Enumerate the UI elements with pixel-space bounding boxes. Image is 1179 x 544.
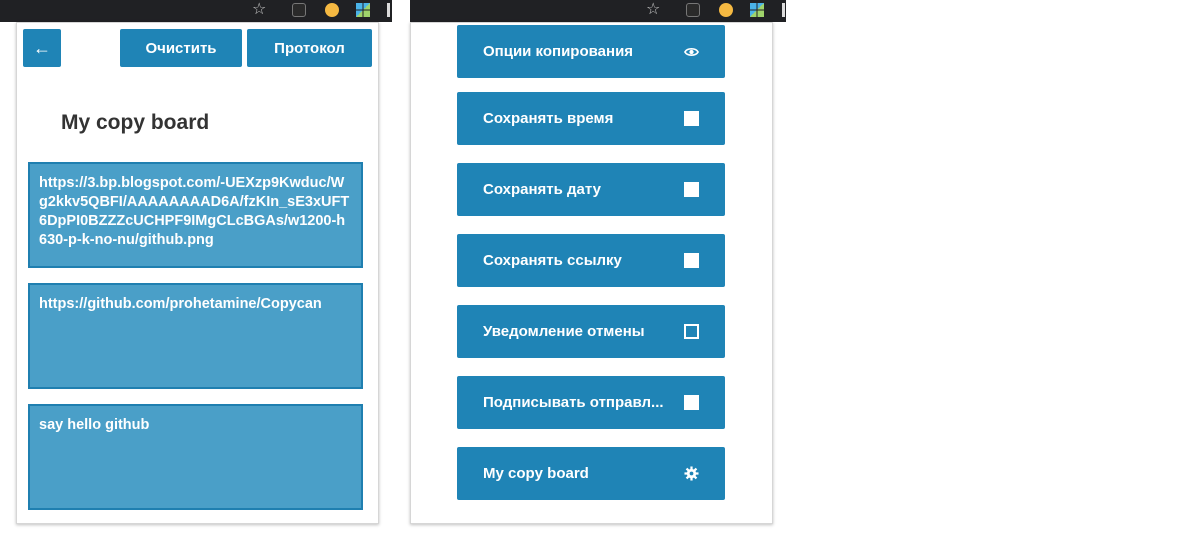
save-date-toggle[interactable]: Сохранять дату <box>457 163 725 216</box>
arrow-left-icon: ← <box>33 37 51 58</box>
bookmark-star-icon[interactable]: ☆ <box>252 0 266 20</box>
clip-item[interactable]: https://github.com/prohetamine/Copycan <box>28 283 363 389</box>
copycan-extension-icon[interactable] <box>750 3 764 17</box>
checkbox-unchecked-icon[interactable] <box>684 324 699 339</box>
option-label: Сохранять ссылку <box>483 252 622 269</box>
page-title: My copy board <box>61 111 210 134</box>
sign-sender-toggle[interactable]: Подписывать отправл... <box>457 376 725 429</box>
browser-toolbar-right: ☆ <box>410 0 786 22</box>
option-label: Сохранять время <box>483 110 614 127</box>
checkbox-checked-icon[interactable] <box>684 395 699 410</box>
bookmark-star-icon[interactable]: ☆ <box>646 0 660 20</box>
save-link-toggle[interactable]: Сохранять ссылку <box>457 234 725 287</box>
copy-board-popup: ← Очистить Протокол My copy board https:… <box>16 22 379 524</box>
back-button[interactable]: ← <box>23 29 61 67</box>
board-settings-button[interactable]: My copy board <box>457 447 725 500</box>
clip-item[interactable]: https://3.bp.blogspot.com/-UEXzp9Kwduc/W… <box>28 162 363 268</box>
option-label: Сохранять дату <box>483 181 601 198</box>
undo-notification-toggle[interactable]: Уведомление отмены <box>457 305 725 358</box>
extension-icon[interactable] <box>292 3 306 17</box>
option-label: Подписывать отправл... <box>483 394 664 411</box>
gear-icon <box>684 466 699 481</box>
checkbox-checked-icon[interactable] <box>684 111 699 126</box>
option-label: Опции копирования <box>483 43 634 60</box>
extension-icon[interactable] <box>686 3 700 17</box>
checkbox-checked-icon[interactable] <box>684 182 699 197</box>
eye-icon <box>684 44 699 59</box>
option-label: My copy board <box>483 465 589 482</box>
settings-popup: Опции копирования Сохранять время Сохран… <box>410 22 773 524</box>
copy-options-button[interactable]: Опции копирования <box>457 25 725 78</box>
checkbox-checked-icon[interactable] <box>684 253 699 268</box>
menu-icon[interactable] <box>782 3 785 17</box>
clip-item[interactable]: say hello github <box>28 404 363 510</box>
menu-icon[interactable] <box>387 3 390 17</box>
extension-icon[interactable] <box>719 3 733 17</box>
log-button[interactable]: Протокол <box>247 29 372 67</box>
clear-button[interactable]: Очистить <box>120 29 242 67</box>
browser-toolbar-left: ☆ <box>0 0 392 22</box>
extension-icon[interactable] <box>325 3 339 17</box>
copycan-extension-icon[interactable] <box>356 3 370 17</box>
save-time-toggle[interactable]: Сохранять время <box>457 92 725 145</box>
option-label: Уведомление отмены <box>483 323 645 340</box>
